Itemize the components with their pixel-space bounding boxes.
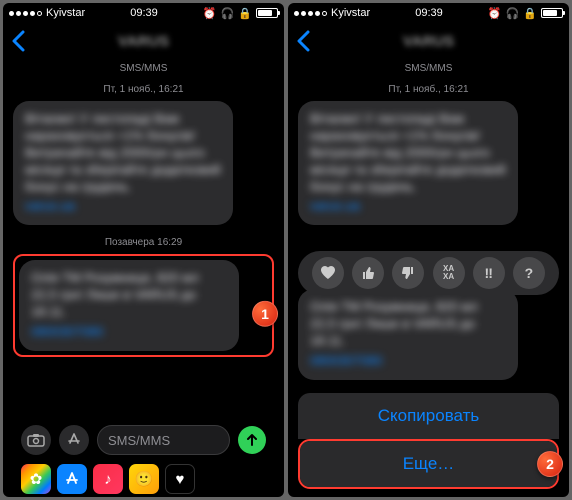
nav-header: VARUS	[3, 23, 284, 59]
message-link[interactable]: 0800307080	[31, 324, 227, 341]
thumbs-up-reaction[interactable]	[352, 257, 384, 289]
timestamp-1: Пт, 1 нояб., 16:21	[298, 84, 559, 95]
annotation-badge-2: 2	[537, 451, 563, 477]
appstore-button[interactable]	[59, 425, 89, 455]
lock-icon: 🔒	[523, 7, 537, 20]
status-bar: Kyivstar 09:39 ⏰ 🎧 🔒	[288, 3, 569, 23]
message-text: Олія ТМ Розумниця, 820 мл 22,5 грн! Лише…	[310, 299, 506, 350]
headphones-icon: 🎧	[221, 7, 235, 20]
message-bubble-2[interactable]: Олія ТМ Розумниця, 820 мл 22,5 грн! Лише…	[19, 260, 239, 351]
music-app-icon[interactable]: ♪	[93, 464, 123, 494]
message-thread: SMS/MMS Пт, 1 нояб., 16:21 Вітаємо! У ли…	[3, 59, 284, 497]
haha-reaction[interactable]: ХА ХА	[433, 257, 465, 289]
exclaim-reaction[interactable]: ‼	[473, 257, 505, 289]
memoji-app-icon[interactable]: 🙂	[129, 464, 159, 494]
digital-touch-app-icon[interactable]: ♥	[165, 464, 195, 494]
message-text: Олія ТМ Розумниця, 820 мл 22,5 грн! Лише…	[31, 270, 227, 321]
lock-icon: 🔒	[238, 7, 252, 20]
message-link[interactable]: varus.ua	[25, 198, 221, 215]
question-reaction[interactable]: ?	[513, 257, 545, 289]
thumbs-down-reaction[interactable]	[392, 257, 424, 289]
message-link[interactable]: varus.ua	[310, 198, 506, 215]
carrier-label: Kyivstar	[331, 7, 370, 19]
contact-name[interactable]: VARUS	[403, 33, 454, 50]
protocol-label: SMS/MMS	[13, 63, 274, 74]
message-input[interactable]: SMS/MMS	[97, 425, 230, 455]
alarm-icon: ⏰	[203, 7, 217, 20]
heart-reaction[interactable]	[312, 257, 344, 289]
left-screenshot: Kyivstar 09:39 ⏰ 🎧 🔒 VARUS SMS/MMS Пт, 1…	[3, 3, 284, 497]
message-text: Вітаємо! У листопаді Вам нараховується +…	[25, 111, 221, 195]
clock: 09:39	[130, 7, 158, 19]
message-input-bar: SMS/MMS	[13, 419, 274, 461]
contact-name[interactable]: VARUS	[118, 33, 169, 50]
nav-header: VARUS	[288, 23, 569, 59]
annotation-highlight-2: Еще… 2	[298, 439, 559, 489]
context-menu: Скопировать Еще… 2	[298, 393, 559, 489]
signal-icon	[294, 11, 327, 16]
status-bar: Kyivstar 09:39 ⏰ 🎧 🔒	[3, 3, 284, 23]
message-bubble-1[interactable]: Вітаємо! У листопаді Вам нараховується +…	[298, 101, 518, 225]
message-link[interactable]: 0800307080	[310, 353, 506, 370]
send-button[interactable]	[238, 426, 266, 454]
photos-app-icon[interactable]: ✿	[21, 464, 51, 494]
timestamp-1: Пт, 1 нояб., 16:21	[13, 84, 274, 95]
timestamp-2: Позавчера 16:29	[13, 237, 274, 248]
copy-menu-item[interactable]: Скопировать	[298, 393, 559, 439]
message-bubble-1[interactable]: Вітаємо! У листопаді Вам нараховується +…	[13, 101, 233, 225]
signal-icon	[9, 11, 42, 16]
right-screenshot: Kyivstar 09:39 ⏰ 🎧 🔒 VARUS SMS/MMS Пт, 1…	[288, 3, 569, 497]
alarm-icon: ⏰	[488, 7, 502, 20]
input-placeholder: SMS/MMS	[108, 433, 170, 448]
message-text: Вітаємо! У листопаді Вам нараховується +…	[310, 111, 506, 195]
tapback-reactions-bar: ХА ХА ‼ ?	[298, 251, 559, 295]
clock: 09:39	[415, 7, 443, 19]
camera-button[interactable]	[21, 425, 51, 455]
battery-icon	[541, 8, 563, 18]
headphones-icon: 🎧	[506, 7, 520, 20]
back-button[interactable]	[11, 30, 25, 52]
protocol-label: SMS/MMS	[298, 63, 559, 74]
annotation-badge-1: 1	[252, 300, 278, 326]
back-button[interactable]	[296, 30, 310, 52]
more-menu-item[interactable]: Еще…	[300, 441, 557, 487]
app-strip: ✿ ♪ 🙂 ♥	[13, 461, 274, 497]
battery-icon	[256, 8, 278, 18]
appstore-app-icon[interactable]	[57, 464, 87, 494]
annotation-highlight-1: Олія ТМ Розумниця, 820 мл 22,5 грн! Лише…	[13, 254, 274, 357]
message-bubble-2-selected[interactable]: Олія ТМ Розумниця, 820 мл 22,5 грн! Лише…	[298, 289, 518, 380]
carrier-label: Kyivstar	[46, 7, 85, 19]
